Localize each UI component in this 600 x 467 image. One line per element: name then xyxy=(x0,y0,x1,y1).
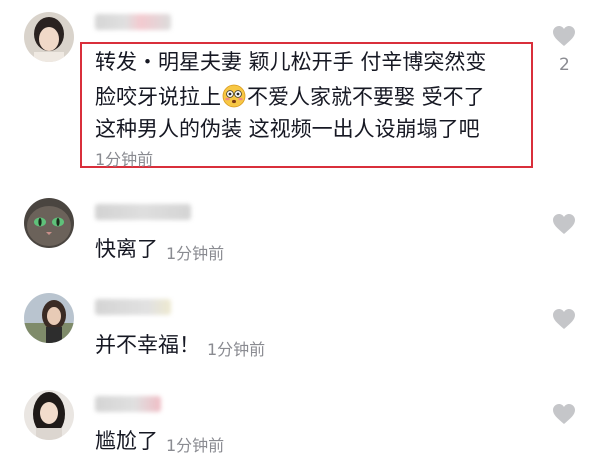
comment-item: 快离了 1分钟前 xyxy=(0,190,600,280)
heart-outline-icon[interactable] xyxy=(551,24,577,48)
avatar[interactable] xyxy=(24,12,74,62)
comment-text-segment: 脸咬牙说拉上 xyxy=(95,85,221,109)
avatar[interactable] xyxy=(24,293,74,343)
comment-item: 尴尬了 1分钟前 xyxy=(0,380,600,467)
comment-time: 1分钟前 xyxy=(95,150,154,169)
heart-outline-icon[interactable] xyxy=(551,212,577,236)
comment-text-line-2: 脸咬牙说拉上 不爱人家就不要娶 受不了 xyxy=(95,82,485,113)
username-blurred[interactable] xyxy=(95,396,161,412)
username-blurred[interactable] xyxy=(95,299,171,315)
comment-text-line-3: 这种男人的伪装 这视频一出人设崩塌了吧 xyxy=(95,117,480,141)
comment-item: 转发・明星夫妻 颖儿松开手 付辛博突然变 脸咬牙说拉上 不爱人家就不要娶 受不了… xyxy=(0,0,600,180)
comment-item: 并不幸福！ 1分钟前 xyxy=(0,285,600,375)
comment-text: 快离了 xyxy=(95,237,158,261)
comment-text: 并不幸福！ xyxy=(95,333,200,357)
comment-text-segment: 不爱人家就不要娶 受不了 xyxy=(247,85,485,109)
heart-outline-icon[interactable] xyxy=(551,402,577,426)
comment-time: 1分钟前 xyxy=(207,340,266,359)
avatar[interactable] xyxy=(24,390,74,440)
like-count: 2 xyxy=(559,55,570,75)
comment-text-line-1: 转发・明星夫妻 颖儿松开手 付辛博突然变 xyxy=(95,50,487,74)
heart-outline-icon[interactable] xyxy=(551,307,577,331)
avatar[interactable] xyxy=(24,198,74,248)
flushed-face-emoji xyxy=(222,84,246,108)
comment-time: 1分钟前 xyxy=(166,244,225,263)
comment-text: 尴尬了 xyxy=(95,429,158,453)
username-blurred[interactable] xyxy=(95,14,171,30)
username-blurred[interactable] xyxy=(95,204,191,220)
comment-time: 1分钟前 xyxy=(166,436,225,455)
